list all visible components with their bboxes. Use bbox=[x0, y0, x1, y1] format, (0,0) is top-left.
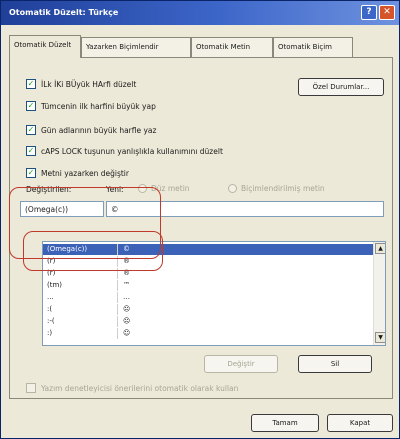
column-divider bbox=[117, 292, 118, 303]
checkmark-icon: ✓ bbox=[26, 125, 36, 135]
checkbox-use-spell-checker-suggestions[interactable]: Yazım denetleyicisi önerilerini otomatik… bbox=[26, 382, 238, 394]
entry-from: :( bbox=[47, 305, 53, 313]
annotation-circle-bottom bbox=[23, 231, 163, 271]
radio-circle-icon bbox=[228, 184, 237, 193]
checkbox-capitalize-first-letter-sentence[interactable]: ✓ Tümcenin ilk harfini büyük yap bbox=[26, 100, 156, 112]
checkmark-icon: ✓ bbox=[26, 79, 36, 89]
list-scrollbar[interactable]: ▲ ▼ bbox=[373, 242, 385, 345]
ok-button[interactable]: Tamam bbox=[251, 414, 319, 432]
radio-formatted-text[interactable]: Biçimlendirilmiş metin bbox=[228, 184, 325, 193]
checkmark-icon: ✓ bbox=[26, 146, 36, 156]
entry-from: (tm) bbox=[47, 281, 63, 289]
exceptions-button[interactable]: Özel Durumlar... bbox=[298, 78, 384, 96]
checkbox-label: Tümcenin ilk harfini büyük yap bbox=[41, 101, 156, 111]
column-divider bbox=[117, 316, 118, 327]
list-item[interactable]: :) ☺ bbox=[43, 328, 373, 339]
close-button[interactable]: ✕ bbox=[379, 5, 395, 20]
entry-from: :) bbox=[47, 329, 53, 337]
tab-autocorrect[interactable]: Otomatik Düzelt bbox=[9, 35, 81, 58]
checkbox-empty-icon bbox=[26, 383, 36, 393]
tab-autotext[interactable]: Otomatik Metin bbox=[191, 37, 273, 57]
entry-from: ... bbox=[47, 293, 54, 301]
delete-entry-button[interactable]: Sil bbox=[298, 355, 372, 373]
replace-entry-button[interactable]: Değiştir bbox=[204, 355, 278, 373]
list-item[interactable]: ... … bbox=[43, 292, 373, 303]
entry-from: :-( bbox=[47, 317, 55, 325]
checkbox-label: Metni yazarken değiştir bbox=[41, 168, 129, 178]
list-item[interactable]: (tm) ™ bbox=[43, 280, 373, 291]
window-title: Otomatik Düzelt: Türkçe bbox=[9, 8, 119, 17]
column-divider bbox=[117, 304, 118, 315]
title-bar[interactable]: Otomatik Düzelt: Türkçe bbox=[1, 1, 399, 25]
checkmark-icon: ✓ bbox=[26, 168, 36, 178]
entry-to: ☹ bbox=[123, 317, 131, 325]
checkbox-label: İLk İKi BÜyük HArfi düzelt bbox=[41, 79, 137, 89]
tab-autoformat[interactable]: Otomatik Biçim bbox=[273, 37, 353, 57]
checkbox-replace-text-as-you-type[interactable]: ✓ Metni yazarken değiştir bbox=[26, 167, 129, 179]
entry-to: ☹ bbox=[123, 305, 131, 313]
column-divider bbox=[117, 328, 118, 339]
checkbox-label: Yazım denetleyicisi önerilerini otomatik… bbox=[41, 383, 239, 393]
cancel-button[interactable]: Kapat bbox=[327, 414, 393, 432]
entry-to: ☺ bbox=[123, 329, 131, 337]
scroll-down-arrow-icon[interactable]: ▼ bbox=[375, 332, 385, 343]
scroll-up-arrow-icon[interactable]: ▲ bbox=[375, 243, 385, 254]
help-button[interactable]: ? bbox=[361, 5, 377, 20]
checkbox-correct-two-initial-capitals[interactable]: ✓ İLk İKi BÜyük HArfi düzelt bbox=[26, 78, 136, 90]
list-item[interactable]: :( ☹ bbox=[43, 304, 373, 315]
checkbox-capitalize-day-names[interactable]: ✓ Gün adlarının büyük harfle yaz bbox=[26, 124, 156, 136]
checkbox-correct-caps-lock[interactable]: ✓ cAPS LOCK tuşunun yanlışlıkla kullanım… bbox=[26, 145, 223, 157]
autocorrect-dialog: Otomatik Düzelt: Türkçe ? ✕ Otomatik Düz… bbox=[0, 0, 400, 439]
tab-autoformat-as-you-type[interactable]: Yazarken Biçimlendir bbox=[81, 37, 191, 57]
column-divider bbox=[117, 280, 118, 291]
entry-to: … bbox=[123, 293, 130, 301]
tab-strip: Otomatik Düzelt Yazarken Biçimlendir Oto… bbox=[9, 35, 393, 58]
radio-label: Biçimlendirilmiş metin bbox=[241, 184, 325, 193]
checkbox-label: Gün adlarının büyük harfle yaz bbox=[41, 125, 157, 135]
checkmark-icon: ✓ bbox=[26, 101, 36, 111]
checkbox-label: cAPS LOCK tuşunun yanlışlıkla kullanımın… bbox=[41, 146, 223, 156]
list-item[interactable]: :-( ☹ bbox=[43, 316, 373, 327]
entry-to: ™ bbox=[123, 281, 130, 289]
